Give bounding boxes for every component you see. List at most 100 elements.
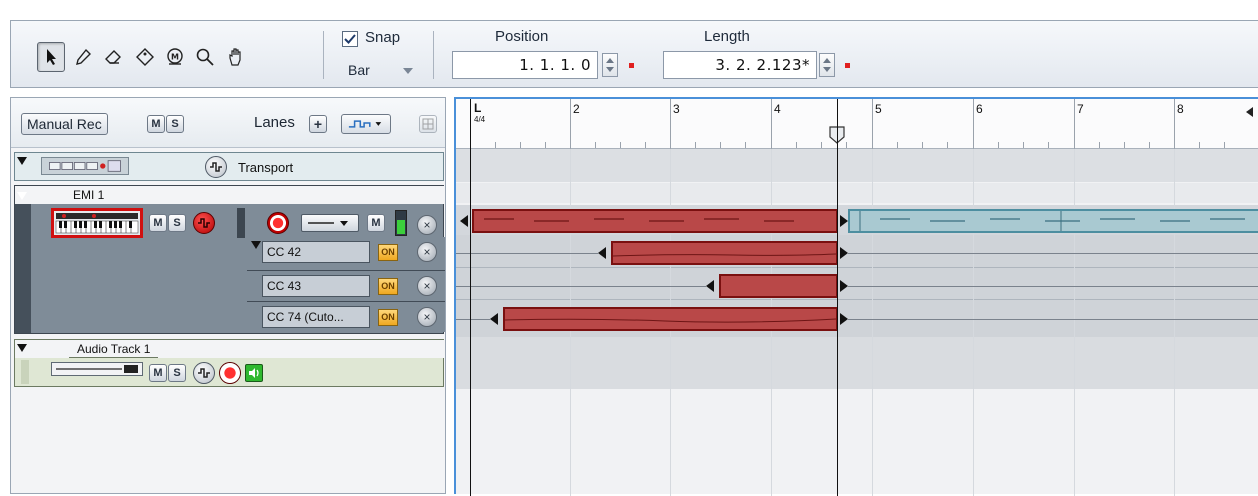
time-signature: 4/4 (474, 115, 486, 124)
close-icon[interactable]: × (417, 215, 437, 235)
bar-number: 6 (976, 102, 983, 116)
automation-line (456, 319, 490, 320)
keyboard-instrument-icon[interactable] (51, 208, 143, 238)
audio-mute-button[interactable]: M (149, 364, 167, 382)
loop-marker-label[interactable]: L (474, 101, 481, 115)
loop-start-line (470, 99, 471, 496)
collapse-toggle-icon[interactable] (17, 344, 27, 352)
chevron-down-icon[interactable] (403, 68, 413, 74)
speaker-icon[interactable] (245, 364, 263, 382)
playhead-line[interactable] (837, 99, 838, 496)
zoom-tool-icon[interactable] (191, 42, 219, 72)
collapse-toggle-icon[interactable] (17, 157, 27, 165)
lane-mute-button[interactable]: M (367, 214, 385, 232)
mute-tool-icon[interactable]: M (161, 42, 189, 72)
clip-start-handle-icon[interactable] (460, 215, 468, 227)
scroll-right-icon[interactable] (1246, 107, 1253, 117)
clip-start-handle-icon[interactable] (706, 280, 714, 292)
lane-divider-grip[interactable] (237, 208, 245, 238)
audio-device-icon (51, 362, 143, 376)
hand-tool-icon[interactable] (222, 42, 250, 72)
close-icon[interactable]: × (417, 307, 437, 327)
clip-end-handle-icon[interactable] (840, 215, 848, 227)
track-grip[interactable] (21, 360, 29, 384)
emi-mute-button[interactable]: M (149, 214, 167, 232)
cc-lane-row[interactable]: CC 74 (Cuto... ON × (247, 301, 445, 332)
automation-line (456, 253, 598, 254)
cc-lane-name[interactable]: CC 42 (262, 241, 370, 263)
cc-lane-name[interactable]: CC 74 (Cuto... (262, 306, 370, 328)
emi-midi-clip[interactable] (472, 209, 838, 233)
bar-number: 4 (774, 102, 781, 116)
emi-loop-clip[interactable] (848, 209, 1258, 233)
solo-button[interactable]: S (166, 115, 184, 133)
audio-track-name[interactable]: Audio Track 1 (69, 340, 159, 358)
track-grip[interactable] (15, 186, 31, 333)
position-field[interactable]: 1. 1. 1. 0 (452, 51, 598, 79)
audio-solo-button[interactable]: S (168, 364, 186, 382)
bar-line (570, 99, 571, 149)
transport-track-name: Transport (238, 160, 294, 175)
lane-divider (456, 299, 1258, 300)
position-spinner[interactable] (602, 53, 618, 77)
emi-track[interactable]: EMI 1 M S M × CC 42 ON × CC 43 ON × CC 7… (14, 185, 445, 334)
grid-line (872, 149, 873, 496)
emi-name-lane (456, 183, 1258, 203)
clip-end-handle-icon[interactable] (840, 247, 848, 259)
bar-number: 8 (1177, 102, 1184, 116)
cc-lane-name[interactable]: CC 43 (262, 275, 370, 297)
length-field[interactable]: 3. 2. 2.123* (663, 51, 817, 79)
length-label: Length (704, 28, 750, 45)
cc-lane-row[interactable]: CC 43 ON × (247, 270, 445, 301)
bar-number: 5 (875, 102, 882, 116)
eraser-tool-icon[interactable] (99, 42, 127, 72)
lane-view-button[interactable] (419, 115, 437, 133)
length-spinner[interactable] (819, 53, 835, 77)
cc43-automation-clip[interactable] (719, 274, 838, 298)
cc42-automation-clip[interactable] (611, 241, 838, 265)
snap-checkbox[interactable] (342, 31, 358, 47)
level-meter (395, 210, 407, 236)
cc74-automation-clip[interactable] (503, 307, 838, 331)
snap-label: Snap (365, 29, 401, 46)
transport-lane (456, 149, 1258, 182)
add-lane-button[interactable]: + (309, 115, 327, 133)
close-icon[interactable]: × (417, 276, 437, 296)
collapse-toggle-icon[interactable] (17, 192, 27, 200)
arrange-timeline[interactable]: L 4/4 2 3 4 5 6 7 8 (454, 97, 1258, 496)
emi-track-name[interactable]: EMI 1 (65, 186, 112, 204)
transport-track[interactable]: Transport (14, 152, 444, 181)
emi-record-arm-button[interactable] (267, 212, 289, 234)
pencil-tool-icon[interactable] (69, 42, 97, 72)
clip-end-handle-icon[interactable] (840, 280, 848, 292)
audio-track[interactable]: Audio Track 1 M S (14, 339, 445, 387)
transport-device-icon (41, 157, 129, 175)
lanes-label: Lanes (254, 114, 295, 131)
time-ruler[interactable]: L 4/4 2 3 4 5 6 7 8 (456, 99, 1258, 149)
cc-lane-on-button[interactable]: ON (378, 278, 398, 295)
grid-line (1174, 149, 1175, 496)
collapse-toggle-icon[interactable] (251, 241, 261, 249)
clip-start-handle-icon[interactable] (490, 313, 498, 325)
automation-line (848, 319, 1258, 320)
cc-lane-row[interactable]: CC 42 ON × (247, 237, 445, 270)
mute-button[interactable]: M (147, 115, 165, 133)
paint-tool-icon[interactable] (131, 42, 159, 72)
clip-start-handle-icon[interactable] (598, 247, 606, 259)
grid-line (973, 149, 974, 496)
snap-value-select[interactable]: Bar (348, 62, 370, 78)
waveform-icon[interactable] (193, 362, 215, 384)
pointer-tool-icon[interactable] (37, 42, 65, 72)
audio-record-arm-button[interactable] (219, 362, 241, 384)
bar-line (771, 99, 772, 149)
clip-end-handle-icon[interactable] (840, 313, 848, 325)
cc-lane-on-button[interactable]: ON (378, 244, 398, 261)
lane-type-dropdown[interactable] (341, 114, 391, 134)
close-icon[interactable]: × (417, 242, 437, 262)
lane-shape-dropdown[interactable] (301, 214, 359, 232)
cc-lane-on-button[interactable]: ON (378, 309, 398, 326)
emi-monitor-button[interactable] (193, 212, 215, 234)
emi-solo-button[interactable]: S (168, 214, 186, 232)
manual-rec-button[interactable]: Manual Rec (21, 113, 108, 135)
svg-text:M: M (171, 53, 179, 62)
